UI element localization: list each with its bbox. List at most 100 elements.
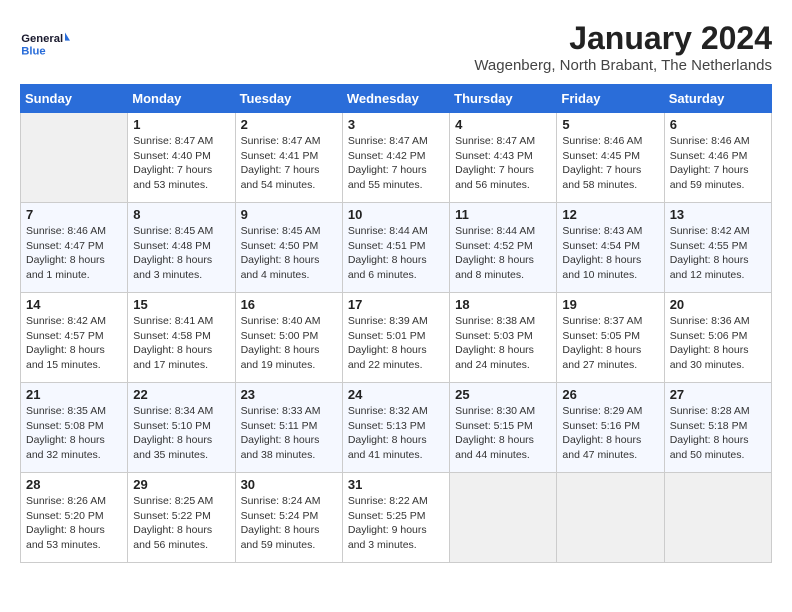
day-number: 26 xyxy=(562,387,658,402)
column-header-thursday: Thursday xyxy=(450,85,557,113)
day-number: 18 xyxy=(455,297,551,312)
day-info: Sunrise: 8:30 AMSunset: 5:15 PMDaylight:… xyxy=(455,404,551,463)
day-cell: 1 Sunrise: 8:47 AMSunset: 4:40 PMDayligh… xyxy=(128,113,235,203)
week-row: 7 Sunrise: 8:46 AMSunset: 4:47 PMDayligh… xyxy=(21,203,772,293)
day-cell: 15 Sunrise: 8:41 AMSunset: 4:58 PMDaylig… xyxy=(128,293,235,383)
day-number: 23 xyxy=(241,387,337,402)
day-info: Sunrise: 8:42 AMSunset: 4:57 PMDaylight:… xyxy=(26,314,122,373)
day-cell: 26 Sunrise: 8:29 AMSunset: 5:16 PMDaylig… xyxy=(557,383,664,473)
day-info: Sunrise: 8:33 AMSunset: 5:11 PMDaylight:… xyxy=(241,404,337,463)
day-number: 15 xyxy=(133,297,229,312)
day-info: Sunrise: 8:38 AMSunset: 5:03 PMDaylight:… xyxy=(455,314,551,373)
day-cell: 31 Sunrise: 8:22 AMSunset: 5:25 PMDaylig… xyxy=(342,473,449,563)
day-cell: 21 Sunrise: 8:35 AMSunset: 5:08 PMDaylig… xyxy=(21,383,128,473)
day-cell: 19 Sunrise: 8:37 AMSunset: 5:05 PMDaylig… xyxy=(557,293,664,383)
day-info: Sunrise: 8:43 AMSunset: 4:54 PMDaylight:… xyxy=(562,224,658,283)
day-cell: 25 Sunrise: 8:30 AMSunset: 5:15 PMDaylig… xyxy=(450,383,557,473)
day-cell: 30 Sunrise: 8:24 AMSunset: 5:24 PMDaylig… xyxy=(235,473,342,563)
day-cell: 11 Sunrise: 8:44 AMSunset: 4:52 PMDaylig… xyxy=(450,203,557,293)
day-number: 9 xyxy=(241,207,337,222)
column-header-wednesday: Wednesday xyxy=(342,85,449,113)
day-number: 16 xyxy=(241,297,337,312)
calendar-table: SundayMondayTuesdayWednesdayThursdayFrid… xyxy=(20,84,772,563)
day-cell: 9 Sunrise: 8:45 AMSunset: 4:50 PMDayligh… xyxy=(235,203,342,293)
day-info: Sunrise: 8:28 AMSunset: 5:18 PMDaylight:… xyxy=(670,404,766,463)
week-row: 14 Sunrise: 8:42 AMSunset: 4:57 PMDaylig… xyxy=(21,293,772,383)
day-cell: 20 Sunrise: 8:36 AMSunset: 5:06 PMDaylig… xyxy=(664,293,771,383)
day-cell: 16 Sunrise: 8:40 AMSunset: 5:00 PMDaylig… xyxy=(235,293,342,383)
day-info: Sunrise: 8:37 AMSunset: 5:05 PMDaylight:… xyxy=(562,314,658,373)
day-cell: 12 Sunrise: 8:43 AMSunset: 4:54 PMDaylig… xyxy=(557,203,664,293)
day-info: Sunrise: 8:42 AMSunset: 4:55 PMDaylight:… xyxy=(670,224,766,283)
day-cell: 6 Sunrise: 8:46 AMSunset: 4:46 PMDayligh… xyxy=(664,113,771,203)
day-number: 25 xyxy=(455,387,551,402)
day-number: 5 xyxy=(562,117,658,132)
day-number: 20 xyxy=(670,297,766,312)
day-cell: 3 Sunrise: 8:47 AMSunset: 4:42 PMDayligh… xyxy=(342,113,449,203)
day-info: Sunrise: 8:45 AMSunset: 4:48 PMDaylight:… xyxy=(133,224,229,283)
day-number: 14 xyxy=(26,297,122,312)
day-info: Sunrise: 8:40 AMSunset: 5:00 PMDaylight:… xyxy=(241,314,337,373)
day-cell xyxy=(557,473,664,563)
day-info: Sunrise: 8:41 AMSunset: 4:58 PMDaylight:… xyxy=(133,314,229,373)
day-number: 30 xyxy=(241,477,337,492)
day-cell: 8 Sunrise: 8:45 AMSunset: 4:48 PMDayligh… xyxy=(128,203,235,293)
day-cell: 24 Sunrise: 8:32 AMSunset: 5:13 PMDaylig… xyxy=(342,383,449,473)
day-cell: 5 Sunrise: 8:46 AMSunset: 4:45 PMDayligh… xyxy=(557,113,664,203)
day-cell xyxy=(21,113,128,203)
column-header-saturday: Saturday xyxy=(664,85,771,113)
day-number: 8 xyxy=(133,207,229,222)
day-number: 10 xyxy=(348,207,444,222)
day-number: 13 xyxy=(670,207,766,222)
month-title: January 2024 xyxy=(474,20,772,57)
day-info: Sunrise: 8:46 AMSunset: 4:47 PMDaylight:… xyxy=(26,224,122,283)
day-info: Sunrise: 8:35 AMSunset: 5:08 PMDaylight:… xyxy=(26,404,122,463)
day-number: 4 xyxy=(455,117,551,132)
day-info: Sunrise: 8:25 AMSunset: 5:22 PMDaylight:… xyxy=(133,494,229,553)
day-info: Sunrise: 8:36 AMSunset: 5:06 PMDaylight:… xyxy=(670,314,766,373)
day-info: Sunrise: 8:47 AMSunset: 4:43 PMDaylight:… xyxy=(455,134,551,193)
day-cell: 7 Sunrise: 8:46 AMSunset: 4:47 PMDayligh… xyxy=(21,203,128,293)
day-number: 27 xyxy=(670,387,766,402)
day-number: 6 xyxy=(670,117,766,132)
day-cell: 13 Sunrise: 8:42 AMSunset: 4:55 PMDaylig… xyxy=(664,203,771,293)
column-header-sunday: Sunday xyxy=(21,85,128,113)
day-cell: 4 Sunrise: 8:47 AMSunset: 4:43 PMDayligh… xyxy=(450,113,557,203)
day-cell: 17 Sunrise: 8:39 AMSunset: 5:01 PMDaylig… xyxy=(342,293,449,383)
day-number: 29 xyxy=(133,477,229,492)
day-info: Sunrise: 8:39 AMSunset: 5:01 PMDaylight:… xyxy=(348,314,444,373)
day-number: 12 xyxy=(562,207,658,222)
day-cell: 22 Sunrise: 8:34 AMSunset: 5:10 PMDaylig… xyxy=(128,383,235,473)
day-info: Sunrise: 8:45 AMSunset: 4:50 PMDaylight:… xyxy=(241,224,337,283)
day-info: Sunrise: 8:46 AMSunset: 4:45 PMDaylight:… xyxy=(562,134,658,193)
day-info: Sunrise: 8:47 AMSunset: 4:40 PMDaylight:… xyxy=(133,134,229,193)
day-number: 22 xyxy=(133,387,229,402)
day-number: 28 xyxy=(26,477,122,492)
day-info: Sunrise: 8:34 AMSunset: 5:10 PMDaylight:… xyxy=(133,404,229,463)
day-info: Sunrise: 8:32 AMSunset: 5:13 PMDaylight:… xyxy=(348,404,444,463)
day-cell: 14 Sunrise: 8:42 AMSunset: 4:57 PMDaylig… xyxy=(21,293,128,383)
column-header-tuesday: Tuesday xyxy=(235,85,342,113)
day-cell: 10 Sunrise: 8:44 AMSunset: 4:51 PMDaylig… xyxy=(342,203,449,293)
day-cell: 27 Sunrise: 8:28 AMSunset: 5:18 PMDaylig… xyxy=(664,383,771,473)
column-header-friday: Friday xyxy=(557,85,664,113)
day-number: 7 xyxy=(26,207,122,222)
day-number: 21 xyxy=(26,387,122,402)
day-cell: 23 Sunrise: 8:33 AMSunset: 5:11 PMDaylig… xyxy=(235,383,342,473)
week-row: 28 Sunrise: 8:26 AMSunset: 5:20 PMDaylig… xyxy=(21,473,772,563)
day-cell: 2 Sunrise: 8:47 AMSunset: 4:41 PMDayligh… xyxy=(235,113,342,203)
location: Wagenberg, North Brabant, The Netherland… xyxy=(474,57,772,74)
day-info: Sunrise: 8:29 AMSunset: 5:16 PMDaylight:… xyxy=(562,404,658,463)
day-cell xyxy=(664,473,771,563)
header-row: SundayMondayTuesdayWednesdayThursdayFrid… xyxy=(21,85,772,113)
column-header-monday: Monday xyxy=(128,85,235,113)
day-number: 3 xyxy=(348,117,444,132)
day-info: Sunrise: 8:24 AMSunset: 5:24 PMDaylight:… xyxy=(241,494,337,553)
day-number: 19 xyxy=(562,297,658,312)
day-info: Sunrise: 8:47 AMSunset: 4:41 PMDaylight:… xyxy=(241,134,337,193)
title-section: January 2024 Wagenberg, North Brabant, T… xyxy=(474,20,772,74)
week-row: 21 Sunrise: 8:35 AMSunset: 5:08 PMDaylig… xyxy=(21,383,772,473)
day-info: Sunrise: 8:26 AMSunset: 5:20 PMDaylight:… xyxy=(26,494,122,553)
svg-text:Blue: Blue xyxy=(21,45,45,57)
day-number: 1 xyxy=(133,117,229,132)
